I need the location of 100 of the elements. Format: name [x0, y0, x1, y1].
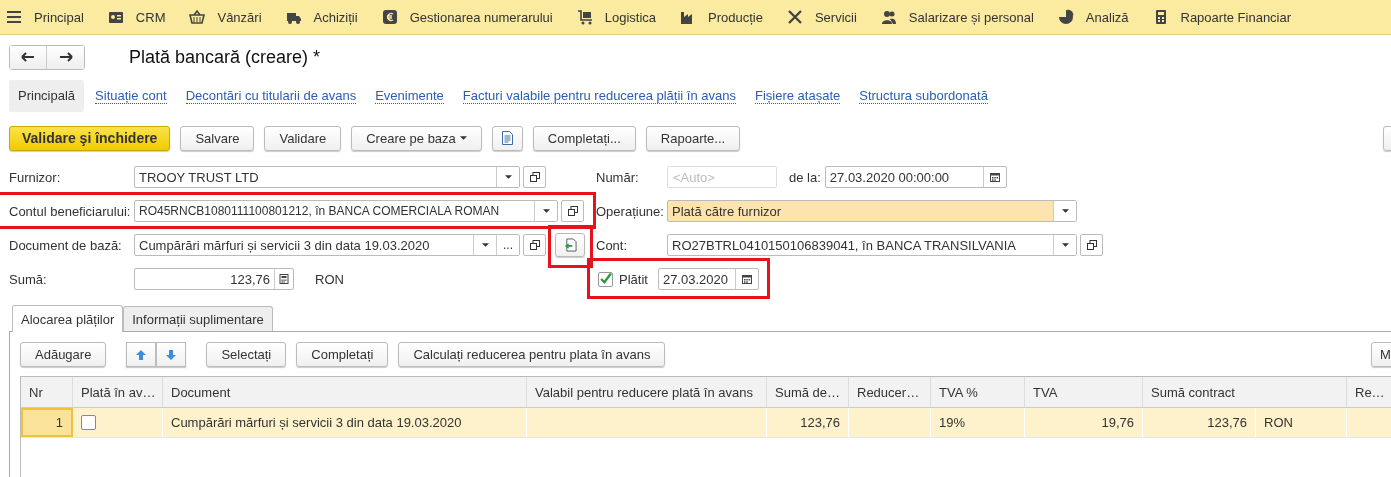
column-header[interactable]: Valabil pentru reducere plată în avans [527, 377, 767, 407]
toolbar-button[interactable]: Completați... [532, 125, 636, 151]
menu-item[interactable]: Vânzări [189, 9, 262, 25]
field-label: Sumă: [9, 271, 48, 287]
open-window-icon [529, 240, 540, 250]
open-button[interactable] [1080, 234, 1103, 256]
open-button[interactable] [523, 234, 546, 256]
menu-item[interactable]: Servicii [786, 9, 857, 25]
table-cell: Cumpărări mărfuri și servicii 3 din data 19.03.2020 [163, 408, 527, 437]
select-field[interactable]: Cumpărări mărfuri și servicii 3 din data 19.03.2020 ... [134, 234, 520, 256]
menu-item[interactable]: Rapoarte Financiar [1152, 9, 1292, 25]
table-cell: 123,76 [767, 408, 849, 437]
section-link[interactable]: Evenimente [375, 88, 444, 104]
column-header[interactable]: Plată în av… [73, 377, 163, 407]
table-cell: 19,76 [1025, 408, 1143, 437]
forward-button[interactable] [47, 45, 84, 69]
dropdown-button[interactable] [1053, 201, 1076, 221]
toolbar-button[interactable]: Validare [264, 125, 342, 151]
check-icon [599, 272, 612, 286]
menu-item[interactable]: Gestionarea numerarului [381, 9, 553, 25]
field-label: Document de bază: [9, 237, 123, 253]
field-label: Număr: [596, 169, 640, 185]
select-field[interactable]: RO45RNCB1080111100801212, în BANCA COMERCIALA ROMAN [134, 200, 558, 222]
field-label: Furnizor: [9, 169, 62, 185]
field-label: de la: [789, 169, 821, 185]
open-button[interactable] [561, 200, 584, 222]
toolbar-button[interactable]: Rapoarte... [645, 125, 741, 151]
toolbar-button[interactable]: Adăugare [20, 342, 107, 367]
date-field[interactable]: 27.03.2020 [657, 268, 759, 290]
validate-close-button[interactable]: Validare şi închidere [9, 125, 171, 151]
dropdown-button[interactable] [496, 167, 519, 187]
column-header[interactable]: Sumă contract [1143, 377, 1347, 407]
section-link[interactable]: Fișiere atașate [755, 88, 841, 104]
table-cell: 123,76 [1143, 408, 1256, 437]
column-header[interactable]: Sumă de… [767, 377, 849, 407]
select-field[interactable]: Plată către furnizor [667, 200, 1077, 222]
open-window-icon [567, 206, 578, 216]
menu-item[interactable]: Logistica [576, 9, 656, 25]
move-down-button[interactable] [156, 342, 187, 367]
down-arrow-icon [165, 348, 178, 361]
column-header[interactable]: Reducer… [849, 377, 931, 407]
column-header[interactable]: Document [163, 377, 527, 407]
open-window-icon [529, 172, 540, 182]
caret-icon [1061, 209, 1069, 213]
dropdown-button[interactable] [534, 201, 557, 221]
column-header[interactable]: TVA % [931, 377, 1025, 407]
currency-label: RON [315, 271, 344, 287]
field-label: Cont: [596, 237, 629, 253]
move-up-button[interactable] [126, 342, 157, 367]
forward-arrow-icon [58, 52, 73, 62]
document-button[interactable] [491, 125, 523, 151]
menu-item[interactable]: Principal [6, 9, 84, 25]
date-field[interactable]: 27.03.2020 00:00:00 [824, 166, 1007, 188]
toolbar-button[interactable]: Salvare [180, 125, 255, 151]
section-link[interactable]: Principală [9, 80, 85, 112]
pie-chart-icon [1057, 9, 1074, 25]
calculator-icon [279, 274, 289, 284]
menu-item[interactable]: Salarizare și personal [880, 9, 1034, 25]
toolbar-button[interactable]: Calculați reducerea pentru plata în avans [398, 342, 666, 367]
back-button[interactable] [10, 45, 47, 69]
caret-icon [542, 209, 550, 213]
tools-icon [786, 9, 803, 25]
toolbar-button[interactable]: Completați [296, 342, 389, 367]
section-link[interactable]: Decontări cu titularii de avans [185, 88, 357, 104]
section-link[interactable]: Facturi valabile pentru reducerea plății în avans [462, 88, 736, 104]
column-header[interactable]: Re… [1347, 377, 1391, 407]
tab[interactable]: Alocarea plăților [12, 305, 124, 332]
menu-item[interactable]: Achiziții [285, 9, 358, 25]
create-based-button[interactable]: Creare pe baza [351, 125, 482, 151]
checkbox[interactable] [81, 415, 96, 430]
caret-icon [504, 175, 512, 179]
fill-from-document-button[interactable] [555, 233, 585, 257]
toolbar-button[interactable]: M [1371, 342, 1391, 367]
column-header[interactable]: Nr [21, 377, 73, 407]
calendar-icon [741, 274, 752, 284]
open-button[interactable] [523, 166, 546, 188]
caret-icon [481, 243, 489, 247]
choose-button[interactable]: ... [496, 235, 519, 255]
table-cell: RON [1256, 408, 1347, 437]
amount-field[interactable]: 123,76 [134, 268, 294, 290]
menu-item[interactable]: Analiză [1057, 9, 1129, 25]
menu-item[interactable]: CRM [107, 9, 166, 25]
up-arrow-icon [135, 348, 148, 361]
field-label: Contul beneficiarului: [9, 203, 132, 219]
menu-icon [6, 9, 22, 25]
section-link[interactable]: Structura subordonată [859, 88, 988, 104]
calendar-icon [989, 172, 1000, 182]
checkbox[interactable] [598, 271, 613, 287]
cart-icon [576, 9, 593, 25]
tab[interactable]: Informații suplimentare [123, 306, 273, 331]
column-header[interactable]: TVA [1025, 377, 1143, 407]
dropdown-button[interactable] [1053, 235, 1076, 255]
table-cell: 19% [931, 408, 1025, 437]
select-field[interactable]: RO27BTRL0410150106839041, în BANCA TRANSILVANIA [667, 234, 1077, 256]
menu-item[interactable]: Producție [680, 9, 763, 25]
document-icon [500, 131, 514, 145]
select-field[interactable]: TROOY TRUST LTD [134, 166, 520, 188]
id-card-icon [107, 9, 124, 25]
toolbar-button[interactable]: Selectați [206, 342, 287, 367]
section-link[interactable]: Situație cont [95, 88, 167, 104]
